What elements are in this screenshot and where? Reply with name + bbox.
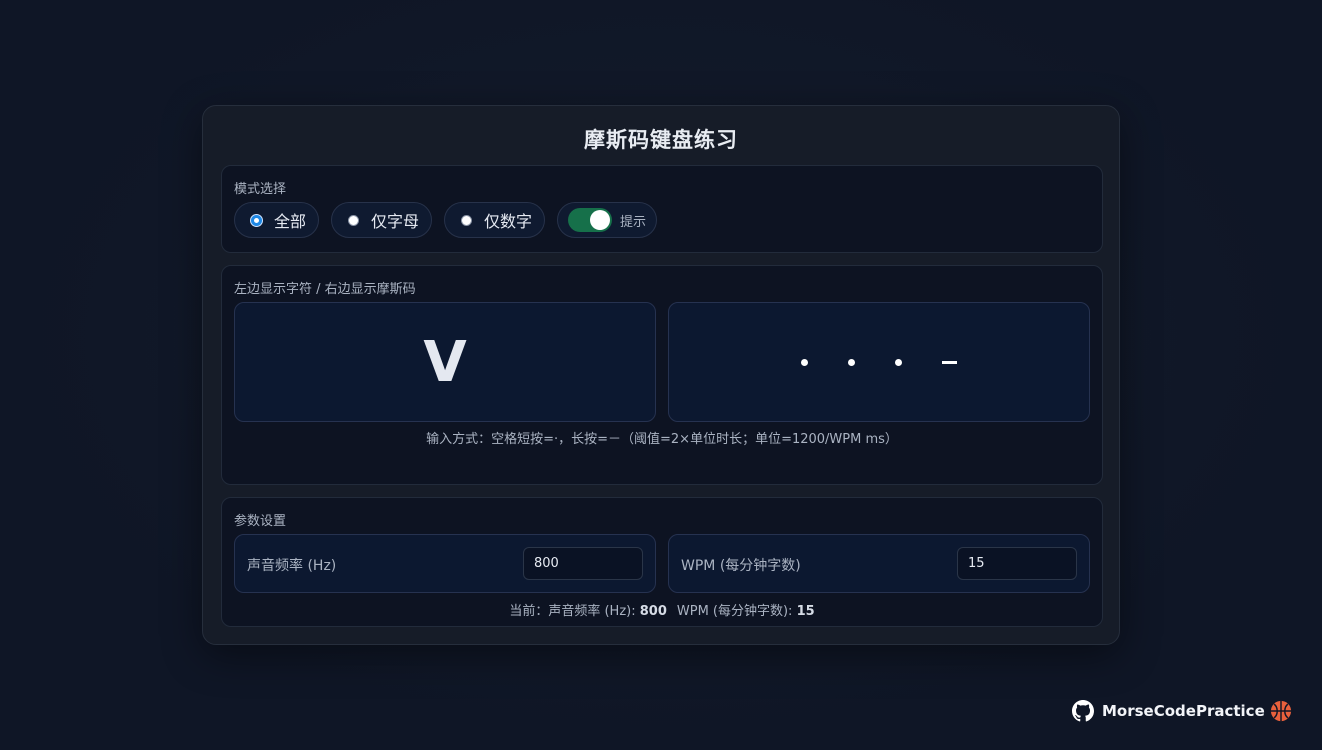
- params-label: 参数设置: [234, 514, 287, 529]
- input-method-hint: 输入方式：空格短按=·，长按=－（阈值=2×单位时长；单位=1200/WPM m…: [426, 432, 898, 447]
- current-freq-label: 声音频率 (Hz):: [548, 604, 640, 619]
- wpm-label: WPM (每分钟字数): [681, 558, 801, 574]
- character-display: V: [234, 302, 656, 422]
- radio-checked-icon[interactable]: [251, 214, 262, 226]
- mode-option-all[interactable]: 全部: [234, 202, 320, 238]
- repo-link[interactable]: MorseCodePractice: [1102, 702, 1265, 720]
- frequency-label: 声音频率 (Hz): [247, 558, 337, 574]
- mode-options: 全部 仅字母 仅数字 提示: [234, 202, 658, 238]
- frequency-input[interactable]: [523, 547, 643, 580]
- toggle-switch[interactable]: [568, 208, 613, 232]
- radio-icon[interactable]: [348, 214, 360, 226]
- mode-option-digits[interactable]: 仅数字: [444, 202, 546, 238]
- wpm-setting: WPM (每分钟字数): [668, 534, 1090, 593]
- params-panel: 参数设置 声音频率 (Hz) WPM (每分钟字数) 当前：声音频率 (Hz):…: [221, 497, 1103, 627]
- mode-option-label: 仅字母: [371, 212, 420, 231]
- toggle-knob: [590, 210, 611, 230]
- morse-dot: [848, 358, 855, 366]
- practice-card: 摩斯码键盘练习 模式选择 全部 仅字母 仅数字 提示 左边显示字符 / 右边显示…: [202, 105, 1120, 645]
- current-wpm-label: WPM (每分钟字数):: [676, 604, 797, 619]
- current-wpm-value: 15: [796, 604, 815, 619]
- frequency-setting: 声音频率 (Hz): [234, 534, 656, 593]
- mode-panel: 模式选择 全部 仅字母 仅数字 提示: [221, 165, 1103, 253]
- github-icon[interactable]: [1072, 700, 1094, 722]
- current-character: V: [423, 329, 467, 395]
- current-prefix: 当前：: [509, 604, 549, 619]
- mode-option-label: 全部: [274, 212, 307, 231]
- radio-icon[interactable]: [461, 214, 473, 226]
- basketball-icon[interactable]: [1270, 700, 1292, 722]
- morse-symbols: [801, 358, 957, 366]
- display-label: 左边显示字符 / 右边显示摩斯码: [234, 282, 416, 297]
- display-panel: 左边显示字符 / 右边显示摩斯码 V 输入方式：空格短按=·，长按=－（阈值=2…: [221, 265, 1103, 485]
- hint-toggle-label: 提示: [620, 214, 647, 230]
- wpm-input[interactable]: [957, 547, 1077, 580]
- mode-option-letters[interactable]: 仅字母: [331, 202, 433, 238]
- current-freq-value: 800: [639, 604, 667, 619]
- morse-dot: [895, 358, 902, 366]
- mode-option-label: 仅数字: [484, 212, 533, 231]
- mode-label: 模式选择: [234, 182, 287, 197]
- repo-footer[interactable]: MorseCodePractice: [1072, 700, 1265, 722]
- page-title: 摩斯码键盘练习: [584, 128, 738, 152]
- morse-dot: [801, 358, 808, 366]
- hint-toggle[interactable]: 提示: [557, 202, 658, 238]
- current-settings: 当前：声音频率 (Hz): 800 WPM (每分钟字数): 15: [222, 600, 1102, 619]
- morse-display: [668, 302, 1090, 422]
- morse-dash: [942, 360, 957, 364]
